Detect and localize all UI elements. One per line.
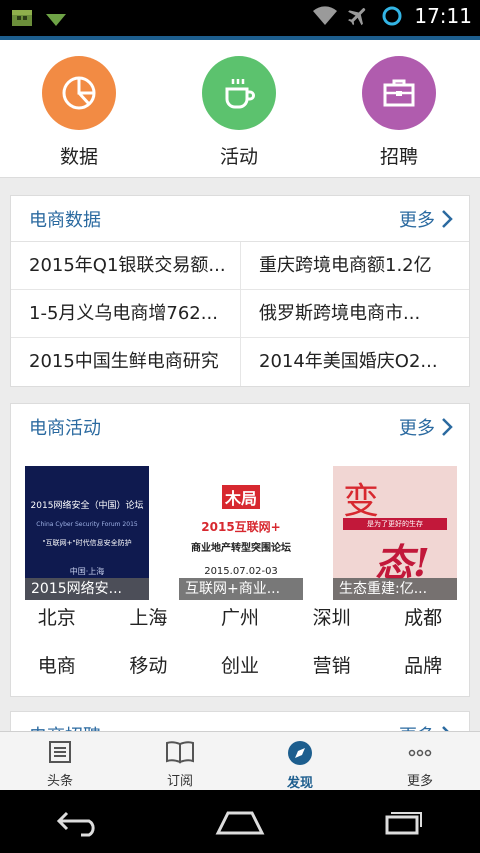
download-icon xyxy=(44,6,68,30)
event-poster-2[interactable]: 木局 2015互联网+ 商业地产转型突围论坛 2015.07.02-03 互联网… xyxy=(179,466,303,600)
tag-item[interactable]: 上海 xyxy=(103,594,195,642)
nav-subscribe[interactable]: 订阅 xyxy=(120,732,240,790)
poster-subtitle: 商业地产转型突围论坛 xyxy=(191,543,291,554)
data-item[interactable]: 2015年Q1银联交易额... xyxy=(11,242,241,290)
poster-title: 2015网络安全（中国）论坛 xyxy=(30,501,144,511)
back-icon[interactable] xyxy=(55,807,103,837)
events-card: 电商活动 更多 2015网络安全（中国）论坛 China Cyber Secur… xyxy=(10,403,470,697)
quick-entry-data[interactable]: 数据 xyxy=(29,56,129,169)
nav-label: 发现 xyxy=(286,776,313,791)
tag-item[interactable]: 品牌 xyxy=(377,642,469,690)
poster-date: 2015.07.02-03 xyxy=(204,566,278,577)
poster-place: 中国·上海 xyxy=(69,567,105,576)
tag-item[interactable]: 北京 xyxy=(11,594,103,642)
quick-entry-label: 数据 xyxy=(59,146,98,168)
event-city-tags: 北京 上海 广州 深圳 成都 电商 移动 创业 营销 品牌 xyxy=(11,594,469,690)
poster-logo: 木局 xyxy=(201,484,281,510)
data-more-link[interactable]: 更多 xyxy=(399,206,453,232)
nav-label: 订阅 xyxy=(166,774,193,789)
data-item[interactable]: 1-5月义乌电商增762... xyxy=(11,290,241,338)
tag-item[interactable]: 营销 xyxy=(286,642,378,690)
airplane-icon xyxy=(346,4,370,28)
chevron-right-icon xyxy=(442,209,453,228)
tag-item[interactable]: 电商 xyxy=(11,642,103,690)
nav-label: 更多 xyxy=(406,774,433,789)
loading-icon xyxy=(380,4,404,28)
more-label[interactable]: 更多 xyxy=(399,414,435,440)
events-more-link[interactable]: 更多 xyxy=(399,414,453,440)
nav-more[interactable]: 更多 xyxy=(360,732,480,790)
nav-headlines[interactable]: 头条 xyxy=(0,732,120,790)
event-poster-3[interactable]: 变 是为了更好的生存 态! 生态重建:亿... xyxy=(333,466,457,600)
data-card-title: 电商数据 xyxy=(29,209,101,231)
event-poster-1[interactable]: 2015网络安全（中国）论坛 China Cyber Security Foru… xyxy=(25,466,149,600)
more-dots-icon xyxy=(408,749,432,757)
quick-entry-label: 活动 xyxy=(219,146,258,168)
home-icon[interactable] xyxy=(214,807,266,837)
data-card-header: 电商数据 更多 xyxy=(11,196,469,242)
status-time: 17:11 xyxy=(414,4,472,28)
poster-title: 2015互联网+ xyxy=(201,520,281,534)
quick-entry-events[interactable]: 活动 xyxy=(189,56,289,169)
coffee-cup-icon[interactable] xyxy=(202,56,276,130)
poster-line: "互联网+"时代信息安全防护 xyxy=(42,539,132,547)
tag-item[interactable]: 移动 xyxy=(103,642,195,690)
tag-item[interactable]: 成都 xyxy=(377,594,469,642)
events-card-header: 电商活动 更多 xyxy=(11,404,469,450)
chevron-right-icon xyxy=(442,418,453,436)
nav-label: 头条 xyxy=(46,774,73,789)
poster-subtitle: 是为了更好的生存 xyxy=(343,518,447,530)
compass-icon xyxy=(288,741,312,765)
book-icon xyxy=(166,741,194,764)
tag-item[interactable]: 深圳 xyxy=(286,594,378,642)
pie-chart-icon[interactable] xyxy=(42,56,116,130)
news-icon xyxy=(49,741,71,763)
data-item[interactable]: 2014年美国婚庆O2... xyxy=(241,338,469,386)
system-nav-bar xyxy=(0,790,480,853)
status-bar: 17:11 xyxy=(0,0,480,36)
events-card-title: 电商活动 xyxy=(29,418,101,439)
quick-entry-bar: 数据 活动 招聘 xyxy=(0,40,480,178)
quick-entry-jobs[interactable]: 招聘 xyxy=(349,56,449,169)
data-item[interactable]: 重庆跨境电商额1.2亿 xyxy=(241,242,469,290)
events-strip: 2015网络安全（中国）论坛 China Cyber Security Foru… xyxy=(11,450,469,600)
tag-item[interactable]: 广州 xyxy=(194,594,286,642)
data-card: 电商数据 更多 2015年Q1银联交易额... 重庆跨境电商额1.2亿 1-5月… xyxy=(10,195,470,387)
poster-subtitle: China Cyber Security Forum 2015 xyxy=(36,521,138,528)
nav-discover[interactable]: 发现 xyxy=(240,732,360,791)
data-item[interactable]: 俄罗斯跨境电商市... xyxy=(241,290,469,338)
tag-item[interactable]: 创业 xyxy=(194,642,286,690)
bottom-nav: 头条 订阅 发现 更多 xyxy=(0,731,480,791)
more-label[interactable]: 更多 xyxy=(399,206,435,232)
quick-entry-label: 招聘 xyxy=(379,146,418,168)
app-icon xyxy=(10,6,34,30)
briefcase-icon[interactable] xyxy=(362,56,436,130)
wifi-icon xyxy=(312,4,338,28)
poster-big-char: 变 xyxy=(343,481,380,522)
recents-icon[interactable] xyxy=(377,807,425,837)
data-list: 2015年Q1银联交易额... 重庆跨境电商额1.2亿 1-5月义乌电商增762… xyxy=(11,242,469,386)
data-item[interactable]: 2015中国生鲜电商研究 xyxy=(11,338,241,386)
